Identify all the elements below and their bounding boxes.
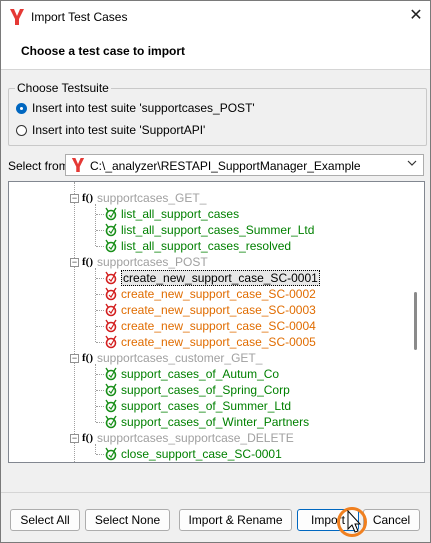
function-icon: f() — [82, 192, 93, 204]
green-test-icon — [105, 367, 117, 381]
close-button[interactable]: ✕ — [405, 5, 427, 27]
test-case-label: create_new_support_case_SC-0004 — [121, 319, 316, 333]
page-title: Choose a test case to import — [21, 44, 186, 58]
green-test-icon — [105, 399, 117, 413]
red-test-icon — [105, 303, 117, 317]
test-case-label: list_all_support_cases_resolved — [121, 239, 292, 253]
tree-expander[interactable]: − — [70, 194, 79, 203]
radio-option-post[interactable]: Insert into test suite 'supportcases_POS… — [16, 99, 255, 117]
tree-expander[interactable]: − — [70, 434, 79, 443]
test-case-label: create_new_support_case_SC-0003 — [121, 303, 316, 317]
mouse-pointer-icon — [347, 510, 362, 533]
tree-test-case[interactable]: list_all_support_cases_resolved — [104, 238, 291, 254]
red-test-icon — [105, 271, 117, 285]
suite-label: supportcases_GET_ — [97, 191, 207, 205]
green-test-icon — [105, 415, 117, 429]
function-icon: f() — [82, 432, 93, 444]
tree-test-case[interactable]: support_cases_of_Autum_Co — [104, 366, 279, 382]
green-test-icon — [105, 239, 117, 253]
test-case-label: list_all_support_cases — [121, 207, 240, 221]
red-test-icon — [105, 287, 117, 301]
suite-label: supportcases_customer_GET_ — [97, 351, 263, 365]
radio-button-checked[interactable] — [16, 102, 27, 114]
test-case-label: support_cases_of_Winter_Partners — [121, 415, 310, 429]
select-none-button[interactable]: Select None — [85, 509, 170, 531]
app-logo-icon — [71, 158, 85, 172]
tree-test-case[interactable]: create_new_support_case_SC-0004 — [104, 318, 316, 334]
import-rename-button[interactable]: Import & Rename — [179, 509, 292, 531]
tree-expander[interactable]: − — [70, 354, 79, 363]
tree-suite-node[interactable]: f() supportcases_customer_GET_ — [82, 350, 262, 366]
chevron-down-icon — [407, 160, 417, 166]
tree-test-case[interactable]: support_cases_of_Summer_Ltd — [104, 398, 291, 414]
tree-test-case[interactable]: close_support_case_SC-0001 — [104, 446, 282, 462]
test-case-label: create_new_support_case_SC-0002 — [121, 287, 316, 301]
test-case-label: list_all_support_cases_Summer_Ltd — [121, 223, 315, 237]
radio-option-supportapi[interactable]: Insert into test suite 'SupportAPI' — [16, 121, 205, 139]
test-case-label: create_new_support_case_SC-0005 — [121, 335, 316, 349]
tree-test-case[interactable]: list_all_support_cases_Summer_Ltd — [104, 222, 314, 238]
radio-label: Insert into test suite 'supportcases_POS… — [32, 101, 255, 115]
title-bar: Import Test Cases ✕ — [1, 1, 430, 33]
tree-suite-node[interactable]: f() supportcases_supportcase_DELETE — [82, 430, 294, 446]
red-test-icon — [105, 335, 117, 349]
green-test-icon — [105, 207, 117, 221]
cancel-button[interactable]: Cancel — [363, 509, 420, 531]
app-logo-icon — [10, 9, 24, 25]
dialog-header: Choose a test case to import — [1, 33, 430, 70]
test-case-label: close_support_case_SC-0001 — [121, 447, 282, 461]
suite-label: supportcases_supportcase_DELETE — [97, 431, 294, 445]
tree-test-case[interactable]: create_new_support_case_SC-0001 — [104, 270, 320, 286]
green-test-icon — [105, 383, 117, 397]
source-project-dropdown[interactable]: C:\_analyzer\RESTAPI_SupportManager_Exam… — [65, 154, 424, 176]
suite-label: supportcases_POST — [97, 255, 208, 269]
window-title: Import Test Cases — [31, 10, 128, 24]
test-case-tree[interactable]: − f() supportcases_GET_ list_all_support_ca… — [8, 181, 425, 463]
tree-expander[interactable]: − — [70, 258, 79, 267]
dropdown-value: C:\_analyzer\RESTAPI_SupportManager_Exam… — [90, 159, 361, 173]
radio-label: Insert into test suite 'SupportAPI' — [32, 123, 206, 137]
tree-test-case[interactable]: create_new_support_case_SC-0002 — [104, 286, 316, 302]
test-case-label: support_cases_of_Autum_Co — [121, 367, 280, 381]
function-icon: f() — [82, 256, 93, 268]
tree-test-case[interactable]: support_cases_of_Spring_Corp — [104, 382, 290, 398]
testsuite-group-legend: Choose Testsuite — [15, 81, 111, 95]
import-dialog: Import Test Cases ✕ Choose a test case t… — [0, 0, 431, 543]
tree-test-case[interactable]: create_new_support_case_SC-0005 — [104, 334, 316, 350]
scrollbar-thumb[interactable] — [414, 292, 417, 350]
red-test-icon — [105, 319, 117, 333]
button-separator — [1, 492, 430, 493]
tree-suite-node[interactable]: f() supportcases_GET_ — [82, 190, 206, 206]
green-test-icon — [105, 447, 117, 461]
radio-button[interactable] — [16, 124, 27, 136]
test-case-label: create_new_support_case_SC-0001 — [121, 270, 320, 286]
select-from-label: Select from — [8, 159, 69, 173]
tree-suite-node[interactable]: f() supportcases_POST — [82, 254, 208, 270]
green-test-icon — [105, 223, 117, 237]
select-all-button[interactable]: Select All — [10, 509, 80, 531]
tree-test-case[interactable]: create_new_support_case_SC-0003 — [104, 302, 316, 318]
tree-test-case[interactable]: support_cases_of_Winter_Partners — [104, 414, 309, 430]
test-case-label: support_cases_of_Summer_Ltd — [121, 399, 292, 413]
function-icon: f() — [82, 352, 93, 364]
test-case-label: support_cases_of_Spring_Corp — [121, 383, 290, 397]
tree-test-case[interactable]: list_all_support_cases — [104, 206, 239, 222]
